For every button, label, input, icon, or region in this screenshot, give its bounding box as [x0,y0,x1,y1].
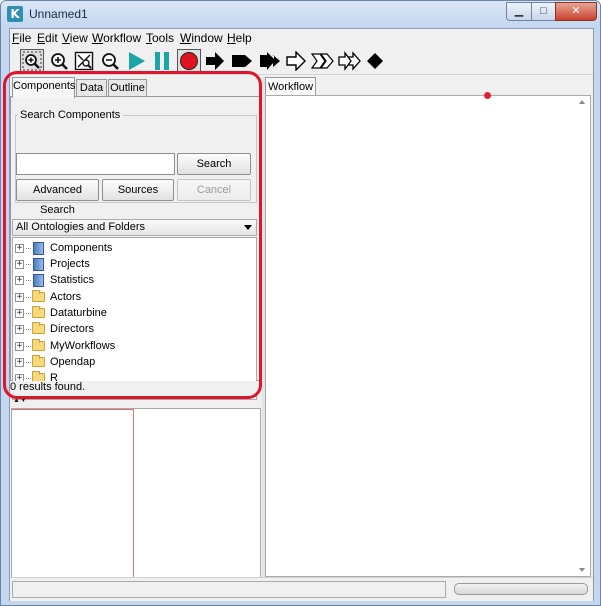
advanced-search-button[interactable]: Advanced Search [16,179,99,216]
expand-icon[interactable]: + [15,259,24,269]
tree-item-label: Opendap [50,356,96,368]
folder-icon [32,306,45,318]
tree-item-myworkflows[interactable]: + MyWorkflows [15,338,115,354]
sources-button[interactable]: Sources [102,179,174,201]
ontology-dropdown-value: All Ontologies and Folders [16,221,146,233]
menu-workflow[interactable]: Workflow [92,31,141,45]
zoom-reset-icon[interactable] [20,49,44,73]
expand-icon[interactable]: + [15,324,24,334]
status-bar [10,577,593,601]
minimize-button[interactable]: ▁ [506,2,532,21]
expand-icon[interactable]: + [15,275,24,285]
arrow-right-icon[interactable] [203,49,227,73]
tree-item-components[interactable]: + Components [15,240,112,256]
right-pane: Workflow [265,77,593,599]
book-icon [33,273,44,287]
chevron-down-icon [244,225,252,230]
progress-bar [454,583,588,595]
vertical-scrollbar[interactable] [575,96,590,576]
tab-data[interactable]: Data [76,79,107,97]
workflow-canvas[interactable] [265,92,591,577]
stop-icon[interactable] [177,49,201,73]
toolbar [10,47,593,75]
application-window: K Unnamed1 ▁ □ ✕ File Edit View Workflow… [0,0,601,606]
tab-outline[interactable]: Outline [108,79,147,97]
menu-tools[interactable]: Tools [146,31,174,45]
tree-item-dataturbine[interactable]: + Dataturbine [15,305,107,321]
expand-icon[interactable]: + [15,308,24,318]
lower-left-panel [11,408,261,598]
menu-edit[interactable]: Edit [37,31,58,45]
tab-components[interactable]: Components [12,77,75,98]
run-icon[interactable] [124,49,148,73]
tree-item-directors[interactable]: + Directors [15,321,94,337]
tree-item-actors[interactable]: + Actors [15,289,81,305]
ontology-dropdown[interactable]: All Ontologies and Folders [12,219,257,236]
expand-icon[interactable]: + [15,292,24,302]
expand-icon[interactable]: + [15,357,24,367]
tree-item-projects[interactable]: + Projects [15,256,90,272]
folder-icon [32,322,45,334]
title-bar[interactable]: K Unnamed1 ▁ □ ✕ [1,1,600,28]
components-tab-panel: Search Components Search Advanced Search… [10,96,260,400]
zoom-in-icon[interactable] [47,49,71,73]
tree-item-label: Dataturbine [50,307,107,319]
zoom-fit-icon[interactable] [72,49,96,73]
tree-item-statistics[interactable]: + Statistics [15,272,94,288]
maximize-button[interactable]: □ [531,2,556,21]
menu-bar: File Edit View Workflow Tools Window Hel… [10,29,593,46]
expand-icon[interactable]: + [15,341,24,351]
expand-icon[interactable]: + [15,243,24,253]
search-input[interactable] [16,153,175,175]
outline-arrow-icon[interactable] [285,49,309,73]
close-button[interactable]: ✕ [555,2,597,21]
flag-icon[interactable] [230,49,254,73]
window-title: Unnamed1 [29,7,88,21]
folder-icon [32,339,45,351]
pause-icon[interactable] [150,49,174,73]
menu-window[interactable]: Window [180,31,223,45]
scroll-down-icon[interactable] [579,568,585,572]
tree-item-label: Directors [50,323,95,335]
component-tree: + Components + Projects + Statistics + Actor… [12,237,257,400]
cancel-button: Cancel [177,179,251,201]
book-icon [33,257,44,271]
tab-workflow[interactable]: Workflow [265,77,316,96]
tree-item-label: Components [50,242,113,254]
search-status: 0 results found. [10,381,260,395]
diamond-icon[interactable] [363,49,387,73]
client-area: File Edit View Workflow Tools Window Hel… [9,28,594,601]
app-logo-icon: K [7,6,23,22]
menu-help[interactable]: Help [227,31,252,45]
book-icon [33,241,44,255]
tree-item-label: Actors [50,291,82,303]
status-field [12,581,446,598]
folder-icon [32,290,45,302]
outline-double-arrow-icon[interactable] [338,49,362,73]
tree-item-opendap[interactable]: + Opendap [15,354,95,370]
menu-file[interactable]: File [12,31,31,45]
collapse-arrows-icon[interactable]: ▲▼ [13,397,27,404]
search-button[interactable]: Search [177,153,251,175]
left-pane: Components Data Outline Search Component… [10,77,262,599]
scroll-up-icon[interactable] [579,100,585,104]
tree-item-label: Statistics [50,274,95,286]
zoom-out-icon[interactable] [98,49,122,73]
search-group-label: Search Components [17,109,124,121]
menu-view[interactable]: View [62,31,88,45]
folder-icon [32,355,45,367]
tree-item-label: MyWorkflows [50,340,116,352]
outline-flag-icon[interactable] [311,49,335,73]
tree-item-label: Projects [50,258,90,270]
canvas-marker-icon [484,92,491,99]
double-arrow-icon[interactable] [258,49,282,73]
